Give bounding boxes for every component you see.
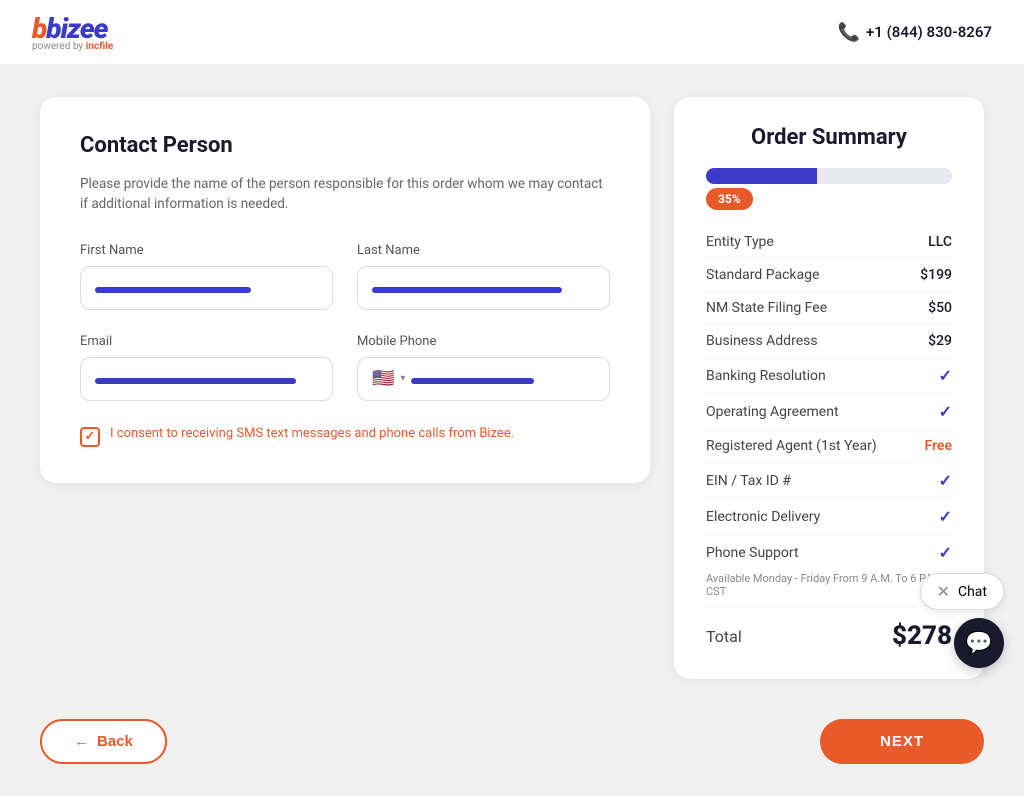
email-group: Email [80, 334, 333, 401]
order-item-standard-package: Standard Package $199 [706, 259, 952, 292]
total-label: Total [706, 627, 742, 646]
chat-button[interactable]: 💬 [954, 618, 1004, 668]
order-items: Entity Type LLC Standard Package $199 NM… [706, 226, 952, 607]
progress-section: 35% [706, 168, 952, 210]
back-arrow-icon: ← [74, 733, 89, 750]
last-name-label: Last Name [357, 243, 610, 258]
header: bbizee powered by incfile 📞 +1 (844) 830… [0, 0, 1024, 65]
order-item-banking-resolution: Banking Resolution ✓ [706, 358, 952, 394]
check-operating-icon: ✓ [939, 402, 952, 421]
back-button[interactable]: ← Back [40, 719, 167, 764]
chat-label: Chat [958, 584, 987, 600]
footer-buttons: ← Back NEXT [0, 711, 1024, 796]
order-item-entity-type: Entity Type LLC [706, 226, 952, 259]
email-label: Email [80, 334, 333, 349]
order-item-electronic-delivery: Electronic Delivery ✓ [706, 499, 952, 535]
order-total: Total $278 [706, 621, 952, 651]
first-name-label: First Name [80, 243, 333, 258]
check-phone-icon: ✓ [939, 543, 952, 562]
logo-powered: powered by incfile [32, 41, 113, 52]
mobile-phone-input[interactable]: 🇺🇸 ▾ [357, 357, 610, 401]
order-item-ein: EIN / Tax ID # ✓ [706, 463, 952, 499]
logo: bbizee powered by incfile [32, 12, 113, 52]
progress-pill: 35% [706, 188, 753, 210]
progress-bar-fill [706, 168, 817, 184]
name-row: First Name Last Name [80, 243, 610, 310]
contact-person-card: Contact Person Please provide the name o… [40, 97, 650, 483]
last-name-input[interactable] [357, 266, 610, 310]
flag-us-icon: 🇺🇸 [372, 368, 394, 389]
next-button[interactable]: NEXT [820, 719, 984, 764]
chat-close-icon[interactable]: ✕ [937, 582, 950, 601]
chat-bubble[interactable]: ✕ Chat [920, 573, 1004, 610]
phone-icon: 📞 [838, 22, 860, 43]
email-input[interactable] [80, 357, 333, 401]
progress-label-row: 35% [706, 188, 952, 210]
mobile-phone-label: Mobile Phone [357, 334, 610, 349]
phone-support-note: Available Monday - Friday From 9 A.M. To… [706, 572, 952, 607]
progress-bar-background [706, 168, 952, 184]
first-name-group: First Name [80, 243, 333, 310]
last-name-group: Last Name [357, 243, 610, 310]
first-name-value [95, 287, 251, 293]
order-item-phone-support: Phone Support ✓ Available Monday - Frida… [706, 535, 952, 607]
order-title: Order Summary [706, 125, 952, 150]
first-name-input[interactable] [80, 266, 333, 310]
phone-group: Mobile Phone 🇺🇸 ▾ [357, 334, 610, 401]
card-title: Contact Person [80, 133, 610, 158]
main-content: Contact Person Please provide the name o… [0, 65, 1024, 711]
contact-row: Email Mobile Phone 🇺🇸 ▾ [80, 334, 610, 401]
card-description: Please provide the name of the person re… [80, 174, 610, 215]
chat-widget: ✕ Chat 💬 [920, 573, 1004, 668]
last-name-value [372, 287, 562, 293]
phone-value [411, 378, 534, 384]
sms-consent: I consent to receiving SMS text messages… [80, 425, 610, 447]
phone-number[interactable]: 📞 +1 (844) 830-8267 [838, 22, 992, 43]
order-item-business-address: Business Address $29 [706, 325, 952, 358]
check-banking-icon: ✓ [939, 366, 952, 385]
check-ein-icon: ✓ [939, 471, 952, 490]
order-item-registered-agent: Registered Agent (1st Year) Free [706, 430, 952, 463]
check-delivery-icon: ✓ [939, 507, 952, 526]
flag-dropdown-icon[interactable]: ▾ [400, 373, 405, 384]
chat-icon: 💬 [965, 631, 992, 656]
order-item-operating-agreement: Operating Agreement ✓ [706, 394, 952, 430]
email-value [95, 378, 296, 384]
sms-consent-text: I consent to receiving SMS text messages… [110, 425, 514, 443]
order-item-state-filing: NM State Filing Fee $50 [706, 292, 952, 325]
sms-checkbox[interactable] [80, 427, 100, 447]
